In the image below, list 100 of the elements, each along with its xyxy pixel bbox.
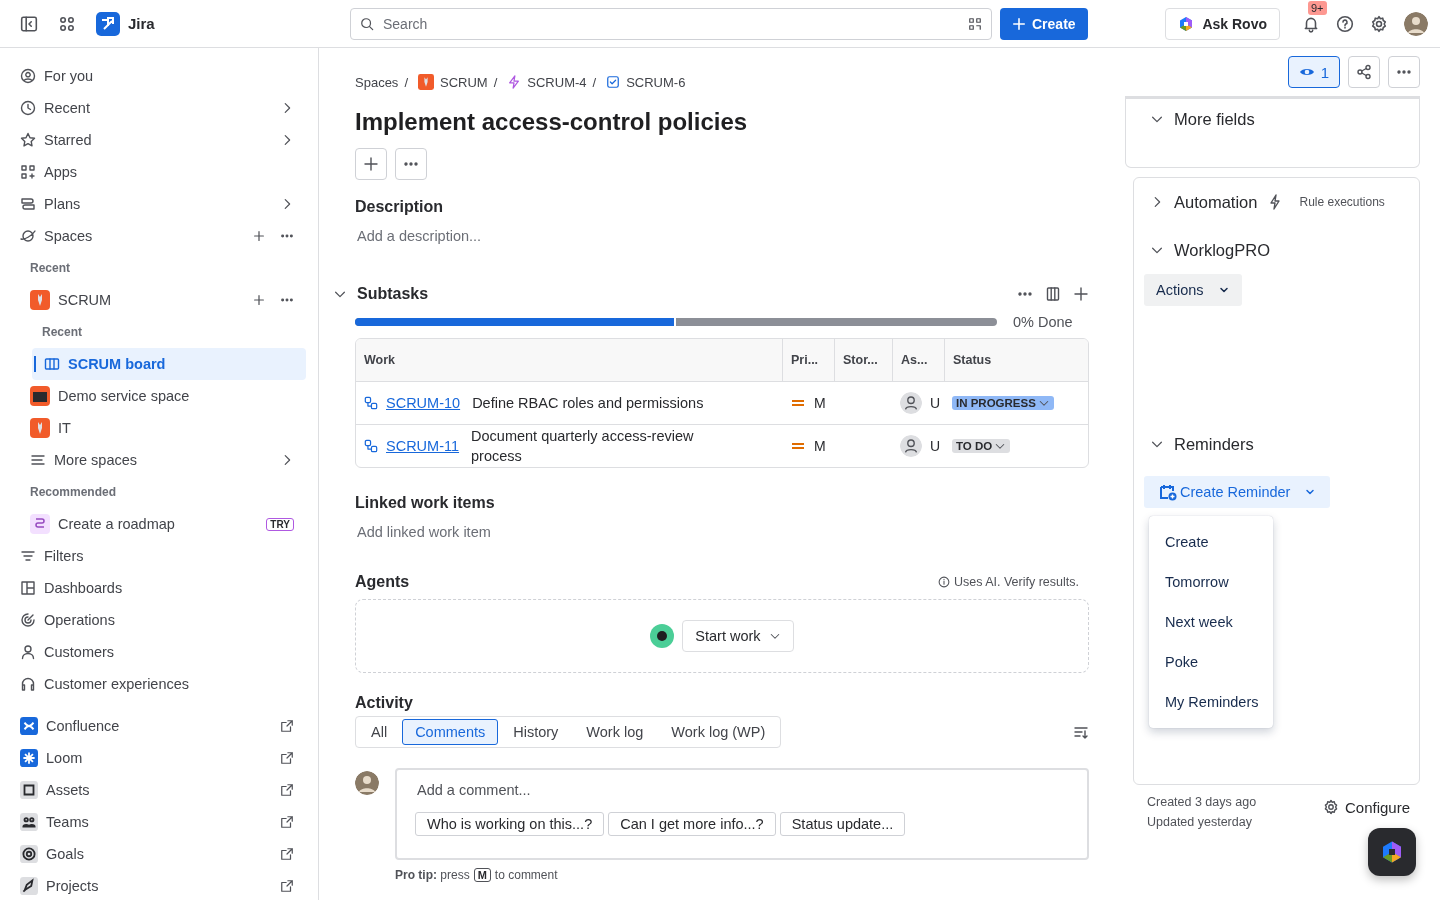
- status-dropdown[interactable]: IN PROGRESS: [952, 396, 1054, 410]
- agent-icon: [650, 624, 675, 648]
- help-icon[interactable]: [1336, 14, 1354, 33]
- app-switcher-icon[interactable]: [58, 14, 76, 33]
- actions-button[interactable]: Actions: [1144, 274, 1242, 306]
- wrench-tile-icon: [418, 74, 434, 90]
- issue-key-link[interactable]: SCRUM-11: [386, 438, 460, 454]
- share-button[interactable]: [1348, 56, 1380, 88]
- sidebar-item[interactable]: SCRUM board: [32, 348, 306, 380]
- sidebar-item[interactable]: Recent: [12, 92, 306, 124]
- sidebar-item[interactable]: SCRUM: [12, 284, 306, 316]
- breadcrumb-link[interactable]: Spaces: [355, 74, 399, 90]
- activity-tab[interactable]: History: [500, 719, 572, 745]
- panel-heading[interactable]: Automation: [1174, 192, 1258, 212]
- more-button[interactable]: [395, 148, 427, 180]
- sidebar-item[interactable]: More spaces: [12, 444, 306, 476]
- avatar[interactable]: [1404, 11, 1428, 36]
- sidebar-item[interactable]: IT: [12, 412, 306, 444]
- activity-tab[interactable]: Work log (WP): [658, 719, 779, 745]
- subtask-icon: [364, 396, 378, 410]
- nav-icon: [20, 132, 36, 148]
- sidebar-item[interactable]: Projects: [12, 870, 306, 900]
- watchers-button[interactable]: 1: [1288, 56, 1340, 88]
- breadcrumb-link[interactable]: SCRUM-4: [507, 74, 587, 90]
- sidebar-item[interactable]: Customer experiences: [12, 668, 306, 700]
- issue-key-link[interactable]: SCRUM-10: [386, 395, 461, 411]
- ask-rovo-button[interactable]: Ask Rovo: [1165, 7, 1280, 40]
- breadcrumb-separator: /: [493, 74, 498, 90]
- menu-item[interactable]: Next week: [1149, 602, 1273, 642]
- suggestion-chip[interactable]: Who is working on this...?: [415, 812, 605, 836]
- breadcrumb-link[interactable]: SCRUM: [418, 74, 488, 90]
- panel-heading[interactable]: WorklogPRO: [1174, 240, 1270, 260]
- external-link-icon: [280, 815, 294, 829]
- sidebar-item[interactable]: Loom: [12, 742, 306, 774]
- column-header[interactable]: Pri...: [782, 339, 834, 381]
- panel-heading[interactable]: More fields: [1174, 109, 1255, 129]
- add-icon[interactable]: [252, 293, 266, 307]
- breadcrumb-link[interactable]: SCRUM-6: [606, 74, 686, 90]
- sidebar-item[interactable]: Customers: [12, 636, 306, 668]
- column-header[interactable]: Stor...: [834, 339, 892, 381]
- search-field[interactable]: Search: [350, 7, 992, 40]
- table-cell: U: [930, 438, 941, 454]
- list-icon: [30, 452, 46, 468]
- columns-icon[interactable]: [1045, 286, 1061, 302]
- sidebar-item[interactable]: Spaces: [12, 220, 306, 252]
- plus-icon: [363, 156, 379, 172]
- add-icon[interactable]: [252, 229, 266, 243]
- sidebar-item[interactable]: Demo service space: [12, 380, 306, 412]
- menu-item[interactable]: Create: [1149, 522, 1273, 562]
- sidebar-item[interactable]: Create a roadmap TRY: [12, 508, 306, 540]
- status-dropdown[interactable]: TO DO: [952, 439, 1011, 453]
- nav-icon: [20, 644, 36, 660]
- column-header[interactable]: Work: [356, 339, 782, 381]
- activity-tab[interactable]: Comments: [402, 719, 499, 745]
- sidebar-item[interactable]: Goals: [12, 838, 306, 870]
- created-text: Created 3 days ago: [1147, 795, 1257, 809]
- add-button[interactable]: [355, 148, 387, 180]
- column-header[interactable]: As...: [892, 339, 944, 381]
- settings-icon[interactable]: [1370, 14, 1388, 33]
- configure-button[interactable]: Configure: [1316, 795, 1416, 819]
- create-reminder-button[interactable]: Create Reminder: [1144, 476, 1331, 508]
- sidebar-item[interactable]: Assets: [12, 774, 306, 806]
- add-icon[interactable]: [1073, 286, 1089, 302]
- info-icon: [937, 576, 950, 588]
- suggestion-chip[interactable]: Status update...: [779, 812, 906, 836]
- scan-icon[interactable]: [968, 16, 982, 31]
- activity-tab[interactable]: Work log: [573, 719, 657, 745]
- sidebar-item[interactable]: Plans: [12, 188, 306, 220]
- calendar-add-icon: [1158, 482, 1178, 502]
- sidebar-item[interactable]: Filters: [12, 540, 306, 572]
- panel-heading[interactable]: Reminders: [1174, 434, 1254, 454]
- sidebar-item[interactable]: For you: [12, 60, 306, 92]
- jira-logo-icon[interactable]: [96, 11, 120, 36]
- sidebar-item[interactable]: Apps: [12, 156, 306, 188]
- sidebar-item[interactable]: Dashboards: [12, 572, 306, 604]
- nav-icon: [20, 196, 36, 212]
- start-work-button[interactable]: Start work: [682, 620, 794, 652]
- menu-item[interactable]: My Reminders: [1149, 682, 1273, 722]
- add-linked-link[interactable]: Add linked work item: [357, 524, 1087, 540]
- sidebar-toggle-icon[interactable]: [20, 14, 38, 33]
- section-heading: Agents: [355, 573, 410, 591]
- suggestion-chip[interactable]: Can I get more info...?: [608, 812, 776, 836]
- description-field[interactable]: Add a description...: [357, 228, 1087, 244]
- progress-reading: 0% Done: [1013, 314, 1073, 330]
- sidebar-item[interactable]: Confluence: [12, 710, 306, 742]
- sidebar-item[interactable]: Operations: [12, 604, 306, 636]
- sort-icon[interactable]: [1073, 724, 1089, 740]
- product-name[interactable]: Jira: [128, 15, 155, 32]
- create-button[interactable]: Create: [1000, 7, 1088, 40]
- activity-tab[interactable]: All: [358, 719, 401, 745]
- rovo-chat-button[interactable]: [1368, 828, 1416, 876]
- menu-item[interactable]: Poke: [1149, 642, 1273, 682]
- sidebar-item[interactable]: Starred: [12, 124, 306, 156]
- column-header[interactable]: Status: [944, 339, 1088, 381]
- nav-icon: [20, 612, 36, 628]
- sidebar-item[interactable]: Teams: [12, 806, 306, 838]
- external-link-icon: [280, 751, 294, 765]
- rule-executions-link[interactable]: Rule executions: [1299, 195, 1385, 209]
- menu-item[interactable]: Tomorrow: [1149, 562, 1273, 602]
- more-button[interactable]: [1388, 56, 1420, 88]
